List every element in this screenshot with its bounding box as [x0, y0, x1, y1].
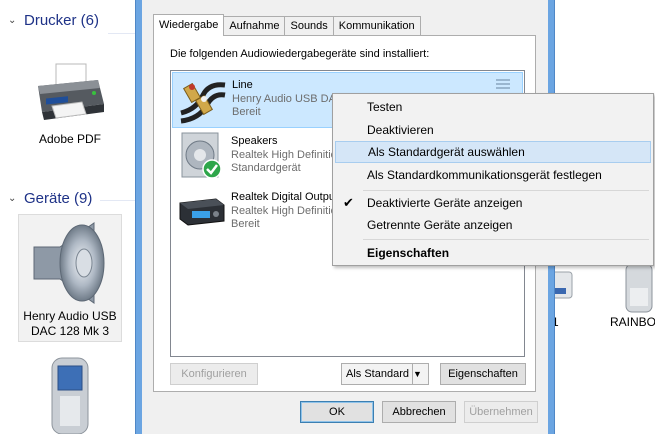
menu-separator — [363, 190, 649, 191]
configure-button[interactable]: Konfigurieren — [170, 363, 258, 385]
devices-group-label: Geräte (9) — [24, 190, 93, 207]
printers-group-label: Drucker (6) — [24, 12, 100, 29]
printer-tile-adobe-pdf[interactable]: Adobe PDF — [22, 60, 118, 160]
tab-aufnahme[interactable]: Aufnahme — [223, 16, 286, 36]
apply-button[interactable]: Übernehmen — [464, 401, 538, 423]
printer-tile-label: Adobe PDF — [38, 132, 102, 146]
properties-button[interactable]: Eigenschaften — [440, 363, 526, 385]
collapse-chevron-icon[interactable]: ⌄ — [8, 193, 18, 204]
device-name: Speakers — [231, 135, 278, 147]
menu-item-show-disabled-devices[interactable]: ✔ Deaktivierte Geräte anzeigen — [335, 192, 651, 214]
tab-wiedergabe[interactable]: Wiedergabe — [153, 14, 225, 36]
device-name: Realtek Digital Output — [231, 191, 338, 203]
speaker-icon — [33, 222, 105, 304]
device-status: Standardgerät — [231, 162, 301, 174]
cancel-button[interactable]: Abbrechen — [382, 401, 456, 423]
menu-item-test[interactable]: Testen — [335, 96, 651, 118]
device-context-menu: Testen Deaktivieren Als Standardgerät au… — [332, 93, 654, 266]
group-divider — [100, 200, 136, 201]
digital-output-icon — [179, 198, 225, 226]
tab-sounds[interactable]: Sounds — [284, 16, 334, 36]
device-name: Line — [232, 79, 253, 91]
printer-icon — [38, 63, 104, 120]
menu-item-disable[interactable]: Deaktivieren — [335, 119, 651, 141]
dropdown-arrow-icon[interactable]: ▼ — [412, 364, 428, 384]
intro-text: Die folgenden Audiowiedergabegeräte sind… — [170, 48, 430, 60]
device-tile-label-line2: DAC 128 Mk 3 — [30, 324, 110, 338]
device-status: Bereit — [232, 106, 261, 118]
menu-item-show-disconnected-devices[interactable]: Getrennte Geräte anzeigen — [335, 214, 651, 236]
volume-level-meter — [496, 79, 510, 91]
group-divider — [108, 33, 136, 34]
mobile-phone-icon — [51, 357, 89, 434]
set-default-label: Als Standard — [346, 368, 409, 380]
menu-item-label: Deaktivierte Geräte anzeigen — [367, 196, 523, 210]
collapse-chevron-icon[interactable]: ⌄ — [8, 15, 18, 26]
device-tile-henry-audio[interactable]: Henry Audio USB DAC 128 Mk 3 — [18, 214, 122, 342]
speaker-default-icon — [181, 132, 222, 179]
checkmark-icon: ✔ — [343, 195, 354, 210]
ok-button[interactable]: OK — [300, 401, 374, 423]
mobile-phone-icon — [625, 263, 653, 313]
menu-item-properties[interactable]: Eigenschaften — [335, 242, 651, 264]
devices-group-header[interactable]: ⌄ Geräte (9) — [8, 190, 92, 207]
rainbow-device-label: RAINBOW — [610, 315, 655, 329]
set-default-split-button[interactable]: Als Standard ▼ — [341, 363, 429, 385]
menu-separator — [363, 239, 649, 240]
menu-item-set-default-device[interactable]: Als Standardgerät auswählen — [335, 141, 651, 163]
device-status: Bereit — [231, 218, 260, 230]
printers-group-header[interactable]: ⌄ Drucker (6) — [8, 12, 99, 29]
menu-item-set-default-communication[interactable]: Als Standardkommunikationsgerät festlege… — [335, 164, 651, 186]
line-cable-icon — [180, 82, 226, 124]
device-tile-label-line1: Henry Audio USB — [23, 309, 117, 323]
tab-kommunikation[interactable]: Kommunikation — [332, 16, 421, 36]
tab-strip: Wiedergabe Aufnahme Sounds Kommunikation — [153, 14, 421, 36]
